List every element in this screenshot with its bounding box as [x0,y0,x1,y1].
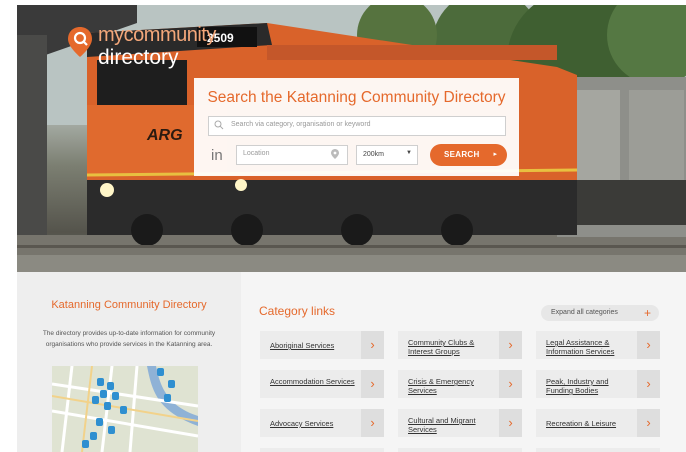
chevron-right-icon[interactable]: › [637,370,660,398]
chevron-right-icon[interactable]: › [499,370,522,398]
directory-info-panel: Katanning Community Directory The direct… [17,272,241,452]
category-partial-row [398,448,522,452]
category-aboriginal-services[interactable]: Aboriginal Services › [260,331,384,359]
category-partial-row [536,448,660,452]
plus-icon: + [643,306,651,320]
location-pin-icon [68,27,92,57]
map-graphic [52,366,198,452]
category-recreation-leisure[interactable]: Recreation & Leisure › [536,409,660,437]
category-legal-assistance[interactable]: Legal Assistance & Information Services … [536,331,660,359]
distance-select[interactable]: 200km ▼ [356,145,418,165]
chevron-right-icon[interactable]: › [361,331,384,359]
chevron-right-icon[interactable]: › [361,409,384,437]
caret-right-icon: ▸ [493,151,497,158]
chevron-right-icon[interactable]: › [499,331,522,359]
keyword-placeholder: Search via category, organisation or key… [231,121,371,128]
distance-value: 200km [363,151,385,158]
category-label: Accommodation Services [270,377,355,386]
category-accommodation-services[interactable]: Accommodation Services › [260,370,384,398]
chevron-right-icon[interactable]: › [637,409,660,437]
category-label: Cultural and Migrant Services [408,416,476,434]
category-label: Peak, Industry and Funding Bodies [546,377,609,395]
logo-text-line1: mycommunity [98,24,216,46]
expand-all-label: Expand all categories [551,309,618,316]
search-panel: Search the Katanning Community Directory… [194,78,519,176]
directory-map[interactable] [52,366,198,452]
category-label: Crisis & Emergency Services [408,377,474,395]
directory-description: The directory provides up-to-date inform… [42,330,216,348]
keyword-search-input[interactable]: Search via category, organisation or key… [208,116,506,136]
search-icon [214,120,224,130]
category-label: Community Clubs & Interest Groups [408,338,475,356]
locomotive-brand: ARG [146,127,183,144]
category-label: Legal Assistance & Information Services [546,338,615,356]
search-button-label: SEARCH [444,150,480,159]
search-title: Search the Katanning Community Directory [207,89,506,106]
category-crisis-emergency[interactable]: Crisis & Emergency Services › [398,370,522,398]
category-partial-row [260,448,384,452]
in-label: in [211,147,223,164]
logo-text-line2: directory [98,46,179,69]
location-placeholder: Location [243,150,270,157]
chevron-down-icon: ▼ [406,150,412,156]
chevron-right-icon[interactable]: › [637,331,660,359]
category-community-clubs[interactable]: Community Clubs & Interest Groups › [398,331,522,359]
category-peak-industry[interactable]: Peak, Industry and Funding Bodies › [536,370,660,398]
chevron-right-icon[interactable]: › [499,409,522,437]
search-button[interactable]: SEARCH ▸ [430,144,507,166]
chevron-right-icon[interactable]: › [361,370,384,398]
expand-all-categories-button[interactable]: Expand all categories + [541,305,659,321]
directory-title: Katanning Community Directory [51,299,207,311]
category-links-heading: Category links [259,304,336,318]
category-label: Aboriginal Services [270,341,335,350]
category-label: Recreation & Leisure [546,419,617,428]
map-marker-icon [331,149,339,159]
category-cultural-migrant[interactable]: Cultural and Migrant Services › [398,409,522,437]
location-input[interactable]: Location [236,145,348,165]
category-label: Advocacy Services [270,419,334,428]
category-advocacy-services[interactable]: Advocacy Services › [260,409,384,437]
